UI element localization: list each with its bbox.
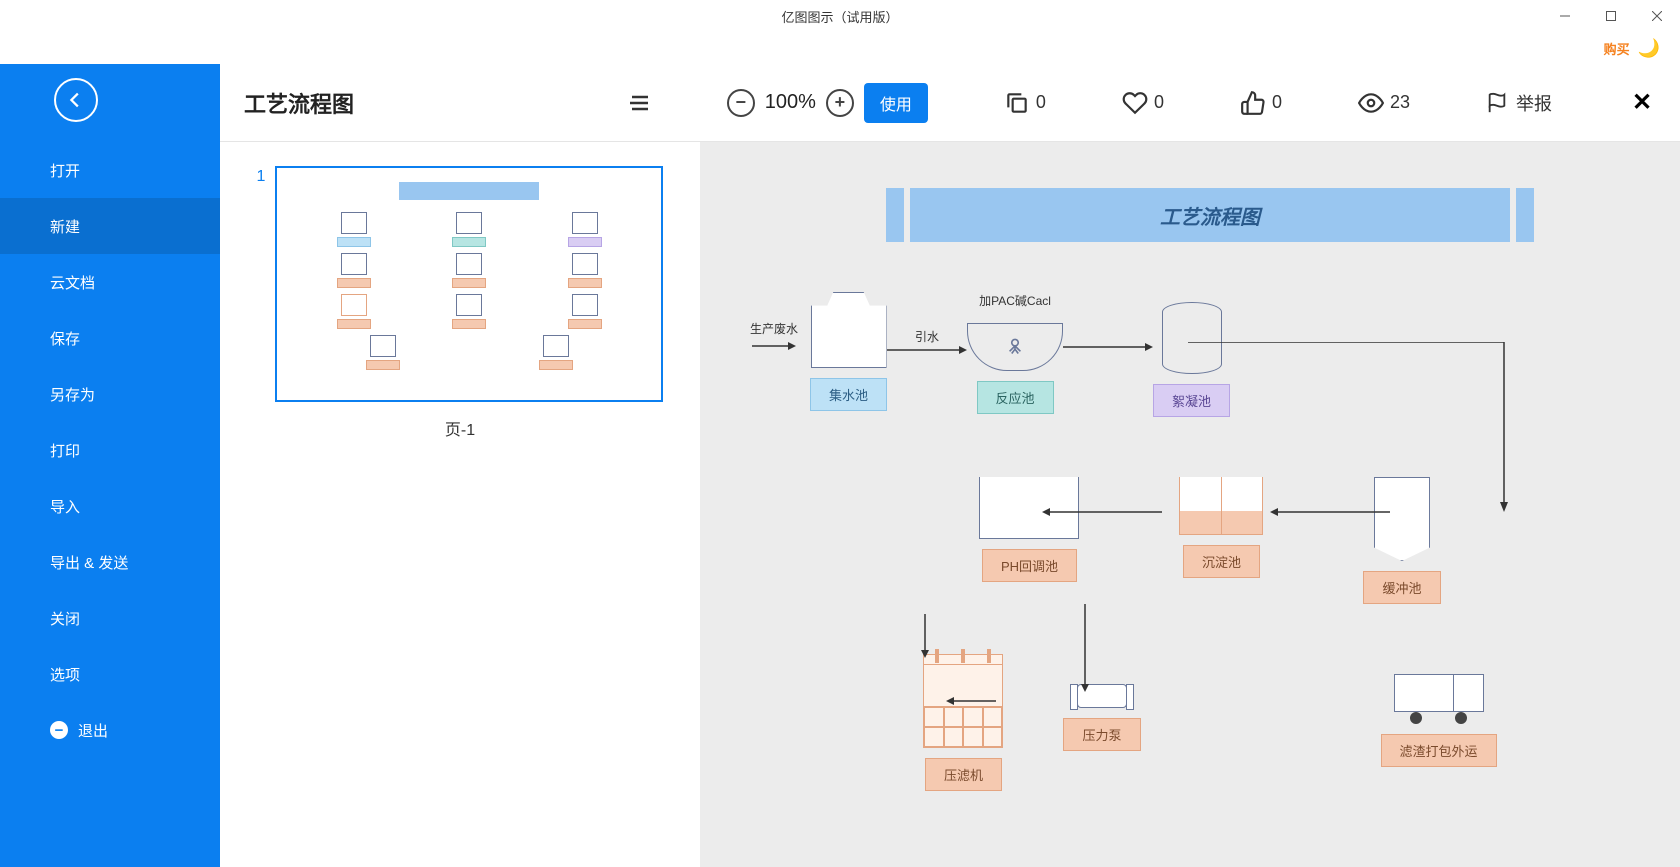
sidebar-item-new[interactable]: 新建	[0, 198, 220, 254]
sidebar-item-close[interactable]: 关闭	[0, 590, 220, 646]
sidebar-item-open[interactable]: 打开	[0, 142, 220, 198]
window-maximize[interactable]	[1588, 0, 1634, 32]
zoom-out-button[interactable]: −	[727, 89, 755, 117]
sidebar-item-saveas[interactable]: 另存为	[0, 366, 220, 422]
menu-icon[interactable]	[627, 91, 651, 115]
window-close[interactable]	[1634, 0, 1680, 32]
sidebar-item-exit[interactable]: − 退出	[0, 702, 220, 758]
report-button[interactable]: 举报	[1486, 90, 1552, 116]
sidebar-item-print[interactable]: 打印	[0, 422, 220, 478]
like-stat[interactable]: 0	[1122, 90, 1164, 116]
exit-icon: −	[50, 721, 68, 739]
node-truck: 滤渣打包外运	[1381, 674, 1497, 791]
inflow-arrow: 生产废水	[750, 320, 798, 351]
thumbnail-panel: 1	[220, 142, 700, 867]
thumb-stat[interactable]: 0	[1240, 90, 1282, 116]
node-pump: 压力泵	[1063, 684, 1140, 791]
copy-stat[interactable]: 0	[1004, 90, 1046, 116]
node-buf: 缓冲池	[1363, 477, 1440, 604]
page-thumbnail[interactable]	[275, 166, 663, 402]
window-minimize[interactable]	[1542, 0, 1588, 32]
window-title: 亿图图示（试用版）	[781, 7, 898, 26]
node-tank: 集水池	[810, 292, 887, 411]
sidebar-item-export[interactable]: 导出 & 发送	[0, 534, 220, 590]
theme-moon-icon[interactable]: 🌙	[1638, 38, 1660, 59]
page-label: 页-1	[445, 416, 475, 440]
zoom-in-button[interactable]: +	[826, 89, 854, 117]
node-press: 压滤机	[923, 654, 1003, 791]
panel-close-button[interactable]: ✕	[1628, 89, 1656, 117]
eye-icon	[1358, 90, 1384, 116]
doc-title: 工艺流程图	[244, 87, 354, 119]
sidebar-item-cloud[interactable]: 云文档	[0, 254, 220, 310]
buy-link[interactable]: 购买	[1604, 39, 1630, 58]
flag-icon	[1486, 92, 1508, 114]
sidebar: 打开 新建 云文档 保存 另存为 打印 导入 导出 & 发送 关闭 选项 − 退…	[0, 64, 220, 867]
canvas[interactable]: 工艺流程图 生产废水 集水池 引水	[700, 142, 1680, 867]
heart-icon	[1122, 90, 1148, 116]
node-react: 加PAC碱Cacl 反应池	[967, 292, 1063, 414]
sidebar-item-save[interactable]: 保存	[0, 310, 220, 366]
node-ph: PH回调池	[979, 477, 1079, 604]
diagram-title: 工艺流程图	[910, 188, 1510, 242]
back-button[interactable]	[54, 78, 98, 122]
node-sed: 沉淀池	[1179, 477, 1263, 604]
zoom-value: 100%	[765, 91, 816, 114]
sidebar-item-import[interactable]: 导入	[0, 478, 220, 534]
page-number: 1	[257, 168, 266, 186]
thumbsup-icon	[1240, 90, 1266, 116]
copy-icon	[1004, 90, 1030, 116]
use-button[interactable]: 使用	[864, 83, 928, 123]
toolbar: 工艺流程图 − 100% + 使用 0 0 0	[220, 64, 1680, 142]
view-stat: 23	[1358, 90, 1410, 116]
sidebar-item-options[interactable]: 选项	[0, 646, 220, 702]
